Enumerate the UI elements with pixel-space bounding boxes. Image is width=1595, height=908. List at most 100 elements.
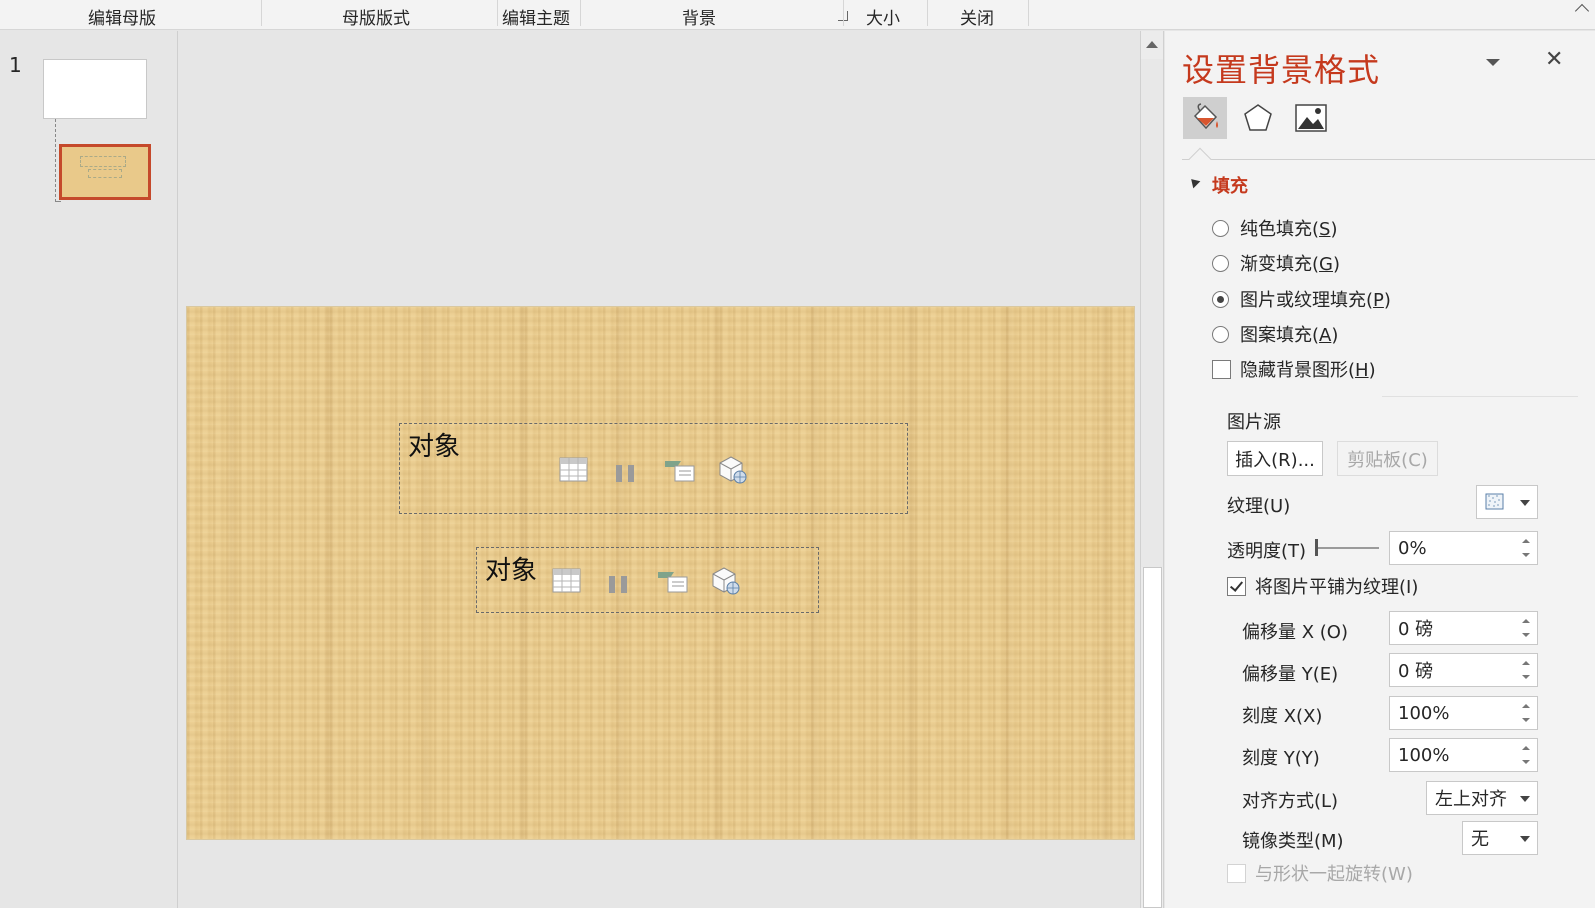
scale-x-spinner[interactable]: 100% [1389, 696, 1538, 730]
checkbox[interactable] [1212, 359, 1231, 379]
mirror-type-dropdown[interactable]: 无 [1462, 821, 1538, 855]
dropdown-value: 无 [1471, 829, 1489, 850]
content-placeholder[interactable]: 对象 [476, 547, 819, 613]
chart-icon[interactable] [611, 457, 641, 483]
option-label: 隐藏背景图形(H) [1240, 360, 1376, 381]
fill-bucket-icon [1193, 103, 1218, 130]
dropdown-value: 左上对齐 [1435, 789, 1507, 810]
checkbox-disabled[interactable] [1227, 863, 1246, 883]
clipboard-button[interactable]: 剪贴板(C) [1337, 441, 1438, 476]
pane-title: 设置背景格式 [1182, 51, 1381, 89]
offset-x-spinner[interactable]: 0 磅 [1389, 611, 1538, 645]
spin-down-icon[interactable] [1522, 553, 1530, 557]
ribbon-separator [261, 0, 262, 26]
chevron-down-icon [1520, 500, 1530, 506]
ribbon-group-master-layout[interactable]: 母版版式 [342, 4, 410, 29]
radio-pattern-fill[interactable]: 图案填充(A) [1212, 322, 1338, 346]
texture-swatch-icon [1485, 493, 1504, 510]
offset-y-spinner[interactable]: 0 磅 [1389, 653, 1538, 687]
table-icon[interactable] [552, 568, 582, 594]
transparency-spinner[interactable]: 0% [1389, 531, 1538, 565]
scroll-up-arrow-icon[interactable] [1146, 41, 1158, 48]
scale-y-label: 刻度 Y(Y) [1242, 748, 1320, 769]
smartart-icon[interactable] [663, 457, 695, 483]
radio-picture-texture-fill[interactable]: 图片或纹理填充(P) [1212, 287, 1391, 311]
checkbox-checked[interactable] [1227, 576, 1246, 596]
checkbox-tile-picture[interactable]: 将图片平铺为纹理(I) [1227, 574, 1418, 598]
section-title-fill[interactable]: 填充 [1212, 172, 1248, 198]
transparency-slider-track[interactable] [1315, 547, 1379, 549]
layout-thumbnail-selected[interactable] [59, 144, 151, 200]
spin-up-icon[interactable] [1522, 746, 1530, 750]
spin-up-icon[interactable] [1522, 704, 1530, 708]
spin-down-icon[interactable] [1522, 718, 1530, 722]
chart-icon[interactable] [604, 568, 634, 594]
tab-fill[interactable] [1183, 97, 1227, 139]
ribbon: 编辑母版 母版版式 编辑主题 背景 大小 关闭 [0, 0, 1595, 30]
spin-up-icon[interactable] [1522, 539, 1530, 543]
content-icon-group [552, 566, 742, 596]
spinner-value: 100% [1398, 744, 1450, 766]
option-label: 将图片平铺为纹理(I) [1255, 577, 1419, 598]
radio-button-selected[interactable] [1212, 290, 1229, 308]
option-label: 与形状一起旋转(W) [1255, 864, 1413, 885]
vertical-scrollbar[interactable] [1140, 31, 1164, 908]
picture-source-label: 图片源 [1227, 412, 1281, 433]
tab-effects[interactable] [1236, 97, 1280, 139]
pane-options-dropdown-icon[interactable] [1486, 59, 1500, 66]
texture-label: 纹理(U) [1227, 496, 1291, 517]
spin-down-icon[interactable] [1522, 675, 1530, 679]
ribbon-group-background[interactable]: 背景 [682, 4, 716, 29]
ribbon-group-size[interactable]: 大小 [866, 4, 900, 29]
chevron-down-icon [1520, 836, 1530, 842]
close-icon[interactable]: ✕ [1545, 47, 1563, 72]
spin-up-icon[interactable] [1522, 619, 1530, 623]
3d-model-icon[interactable] [717, 455, 749, 485]
alignment-dropdown[interactable]: 左上对齐 [1426, 781, 1538, 815]
transparency-label: 透明度(T) [1227, 541, 1307, 562]
spin-down-icon[interactable] [1522, 633, 1530, 637]
ribbon-separator [497, 0, 498, 26]
radio-button[interactable] [1212, 219, 1229, 237]
offset-x-label: 偏移量 X (O) [1242, 622, 1348, 643]
transparency-slider-handle[interactable] [1315, 539, 1318, 556]
spin-up-icon[interactable] [1522, 661, 1530, 665]
slide-layout[interactable]: 对象 对象 [187, 307, 1134, 839]
ribbon-group-close[interactable]: 关闭 [960, 4, 994, 29]
collapse-ribbon-icon[interactable] [1574, 3, 1590, 19]
texture-dropdown[interactable] [1476, 485, 1538, 519]
smartart-icon[interactable] [656, 568, 688, 594]
offset-y-label: 偏移量 Y(E) [1242, 664, 1339, 685]
option-label: 图案填充(A) [1240, 325, 1339, 346]
radio-gradient-fill[interactable]: 渐变填充(G) [1212, 251, 1340, 275]
tab-picture[interactable] [1289, 97, 1333, 139]
scale-y-spinner[interactable]: 100% [1389, 738, 1538, 772]
pentagon-icon [1244, 104, 1272, 131]
spinner-value: 0 磅 [1398, 619, 1434, 640]
thumbnail-pane: 1 [0, 31, 178, 908]
scroll-thumb[interactable] [1143, 567, 1162, 908]
radio-button[interactable] [1212, 325, 1229, 343]
content-placeholder[interactable]: 对象 [399, 423, 908, 514]
table-icon[interactable] [559, 457, 589, 483]
ribbon-group-edit-theme[interactable]: 编辑主题 [502, 4, 570, 29]
slide-master-thumbnail[interactable] [43, 59, 147, 119]
picture-icon [1295, 104, 1327, 132]
checkbox-hide-background-graphics[interactable]: 隐藏背景图形(H) [1212, 357, 1376, 381]
ribbon-group-edit-master[interactable]: 编辑母版 [88, 4, 156, 29]
scroll-track[interactable] [1141, 59, 1163, 567]
editing-canvas: 对象 对象 [178, 31, 1140, 908]
chevron-down-icon [1520, 796, 1530, 802]
spin-down-icon[interactable] [1522, 760, 1530, 764]
option-label: 图片或纹理填充(P) [1240, 290, 1391, 311]
insert-button[interactable]: 插入(R)... [1227, 441, 1323, 476]
3d-model-icon[interactable] [710, 566, 742, 596]
format-background-pane: 设置背景格式 ✕ 填充 纯色填充(S) 渐变填充(G) 图片或纹理填充(P) 图… [1165, 31, 1595, 908]
checkbox-rotate-with-shape[interactable]: 与形状一起旋转(W) [1227, 861, 1413, 885]
ribbon-separator [1028, 0, 1029, 26]
collapse-triangle-icon[interactable] [1187, 175, 1201, 189]
alignment-label: 对齐方式(L) [1242, 791, 1339, 812]
radio-button[interactable] [1212, 254, 1229, 272]
mini-placeholder [80, 156, 126, 167]
radio-solid-fill[interactable]: 纯色填充(S) [1212, 216, 1338, 240]
